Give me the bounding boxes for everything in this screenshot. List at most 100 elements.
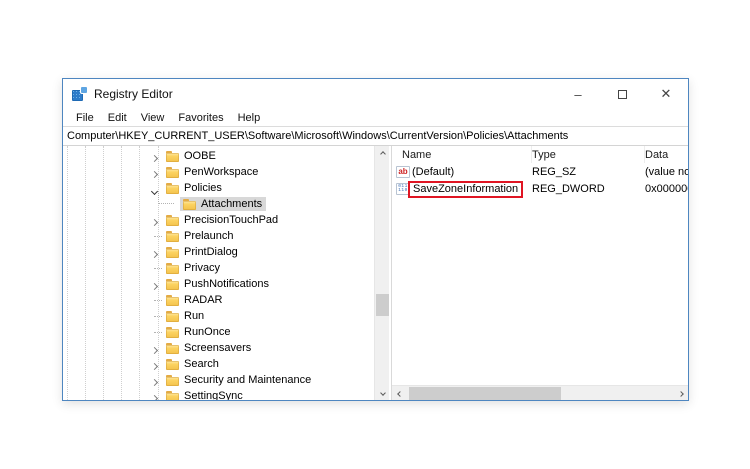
tree-item-search[interactable]: Search (63, 356, 373, 372)
menu-view[interactable]: View (134, 112, 172, 124)
menu-edit[interactable]: Edit (101, 112, 134, 124)
folder-icon (166, 150, 179, 162)
tree-item-label: Run (184, 310, 205, 322)
chevron-right-icon[interactable] (150, 216, 159, 228)
value-type: REG_DWORD (532, 182, 605, 195)
window-title: Registry Editor (94, 87, 173, 101)
tree-item-prelaunch[interactable]: Prelaunch (63, 228, 373, 244)
chevron-right-icon[interactable] (150, 360, 159, 372)
chevron-right-icon[interactable] (150, 152, 159, 164)
folder-icon (166, 310, 179, 322)
value-name[interactable]: (Default) (412, 166, 532, 178)
registry-path: Computer\HKEY_CURRENT_USER\Software\Micr… (67, 130, 569, 142)
chevron-right-icon[interactable] (150, 392, 159, 400)
address-bar[interactable]: Computer\HKEY_CURRENT_USER\Software\Micr… (63, 126, 688, 146)
close-icon: ✕ (660, 86, 672, 101)
tree-item-printdialog[interactable]: PrintDialog (63, 244, 373, 260)
column-header-type[interactable]: Type (532, 146, 645, 163)
tree-item-radar[interactable]: RADAR (63, 292, 373, 308)
minimize-icon: – (574, 86, 582, 102)
column-header-data[interactable]: Data (645, 146, 688, 163)
menu-file[interactable]: File (69, 112, 101, 124)
tree-item-precisiontouchpad[interactable]: PrecisionTouchPad (63, 212, 373, 228)
folder-icon (166, 326, 179, 338)
tree-connector (154, 268, 162, 269)
maximize-button[interactable] (600, 79, 644, 109)
tree-pane[interactable]: OOBE PenWorkspace Policies Attachments P… (63, 146, 389, 400)
title-bar[interactable]: Registry Editor – ✕ (63, 79, 688, 109)
folder-icon (183, 198, 196, 210)
tree-item-screensavers[interactable]: Screensavers (63, 340, 373, 356)
folder-icon (166, 278, 179, 290)
tree-connector (154, 300, 162, 301)
chevron-right-icon[interactable] (150, 344, 159, 356)
tree-item-label: Privacy (184, 262, 221, 274)
tree-item-label: Screensavers (184, 342, 252, 354)
values-pane[interactable]: Name Type Data ab (Default) REG_SZ (valu… (392, 146, 688, 400)
column-header-name[interactable]: Name (402, 146, 532, 163)
tree-item-label: Attachments (201, 198, 263, 210)
scrollbar-thumb[interactable] (376, 294, 389, 316)
scroll-down-icon[interactable] (375, 385, 389, 400)
tree-item-settingsync[interactable]: SettingSync (63, 388, 373, 400)
folder-icon (166, 262, 179, 274)
chevron-right-icon[interactable] (150, 248, 159, 260)
window-controls: – ✕ (556, 79, 688, 109)
folder-icon (166, 374, 179, 386)
values-horizontal-scrollbar[interactable] (392, 385, 688, 400)
scroll-left-icon[interactable] (392, 386, 407, 400)
folder-icon (166, 230, 179, 242)
maximize-icon (617, 89, 627, 99)
string-value-icon: ab (396, 165, 410, 178)
chevron-right-icon[interactable] (150, 168, 159, 180)
tree-item-label: PenWorkspace (184, 166, 259, 178)
tree-connector (154, 316, 162, 317)
tree-item-security-and-maintenance[interactable]: Security and Maintenance (63, 372, 373, 388)
value-data: (value not (645, 165, 688, 178)
menu-help[interactable]: Help (231, 112, 268, 124)
tree-item-label: Search (184, 358, 219, 370)
chevron-right-icon[interactable] (150, 280, 159, 292)
tree-item-label: PushNotifications (184, 278, 269, 290)
chevron-right-icon[interactable] (150, 376, 159, 388)
tree-item-label: OOBE (184, 150, 216, 162)
tree-item-policies[interactable]: Policies (63, 180, 373, 196)
tree-item-run[interactable]: Run (63, 308, 373, 324)
tree-item-runonce[interactable]: RunOnce (63, 324, 373, 340)
value-type: REG_SZ (532, 165, 577, 178)
tree-item-label: Policies (184, 182, 222, 194)
tree-item-label: RunOnce (184, 326, 231, 338)
registry-editor-window: Registry Editor – ✕ File Edit View Favor… (62, 78, 689, 401)
tree-item-label: RADAR (184, 294, 223, 306)
tree-item-label: Prelaunch (184, 230, 234, 242)
tree-item-pushnotifications[interactable]: PushNotifications (63, 276, 373, 292)
tree-vertical-scrollbar[interactable] (374, 146, 389, 400)
selected-tree-item[interactable]: Attachments (180, 197, 267, 211)
list-header: Name Type Data (392, 146, 688, 163)
tree-connector (154, 332, 162, 333)
folder-icon (166, 342, 179, 354)
value-row-default[interactable]: ab (Default) REG_SZ (value not (392, 163, 688, 180)
tree-item-privacy[interactable]: Privacy (63, 260, 373, 276)
close-button[interactable]: ✕ (644, 79, 688, 109)
tree-connector (158, 191, 174, 204)
main-content: OOBE PenWorkspace Policies Attachments P… (63, 146, 688, 400)
folder-icon (166, 390, 179, 400)
minimize-button[interactable]: – (556, 79, 600, 109)
value-data: 0x000000 (645, 182, 688, 195)
value-name[interactable]: SaveZoneInformation (408, 180, 532, 198)
scrollbar-thumb[interactable] (409, 387, 561, 400)
tree-connector (154, 236, 162, 237)
tree-item-label: SettingSync (184, 390, 243, 400)
value-row-savezoneinformation[interactable]: 011 110 SaveZoneInformation REG_DWORD 0x… (392, 180, 688, 198)
tree-item-label: Security and Maintenance (184, 374, 312, 386)
tree-item-attachments[interactable]: Attachments (63, 191, 373, 212)
tree-item-penworkspace[interactable]: PenWorkspace (63, 164, 373, 180)
registry-editor-app-icon (72, 87, 87, 101)
tree-item-label: PrecisionTouchPad (184, 214, 279, 226)
scroll-right-icon[interactable] (673, 386, 688, 400)
tree-item-oobe[interactable]: OOBE (63, 148, 373, 164)
scroll-up-icon[interactable] (375, 146, 389, 161)
menu-favorites[interactable]: Favorites (171, 112, 230, 124)
tree-item-label: PrintDialog (184, 246, 238, 258)
